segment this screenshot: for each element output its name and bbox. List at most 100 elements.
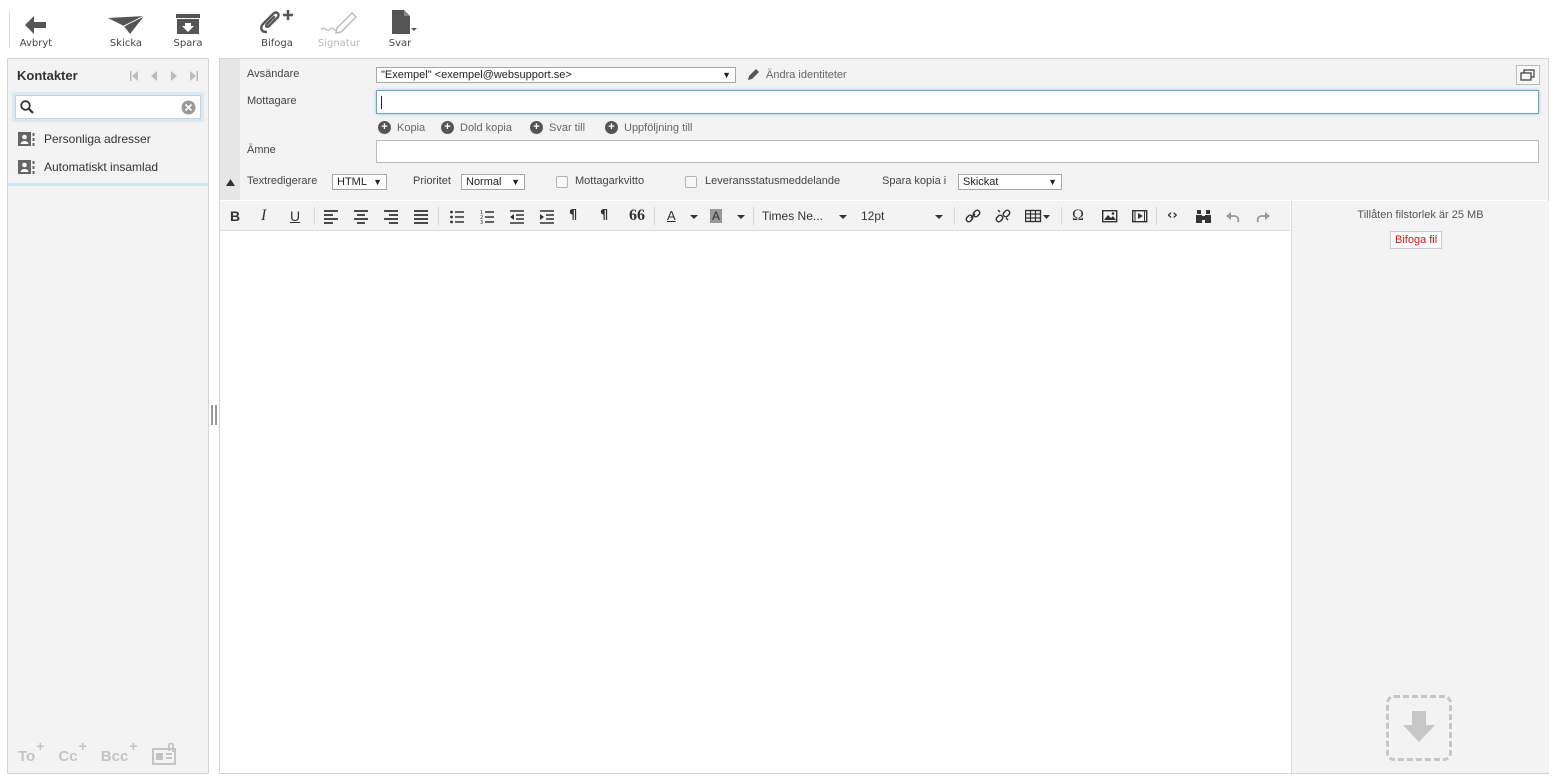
search-replace-icon[interactable] [1196,207,1212,225]
popout-window-icon[interactable] [1516,65,1540,85]
previous-page-icon[interactable] [150,71,158,81]
font-size-value: 12pt [861,209,885,223]
toolbar-separator [1156,207,1157,225]
align-right-icon[interactable] [384,207,398,225]
add-to-button[interactable]: To+ [18,738,44,765]
save-box-icon [176,14,200,34]
store-copy-label: Spara kopia i [882,175,947,187]
reply-button[interactable]: Svar [378,8,422,52]
italic-icon[interactable]: I [261,207,266,225]
first-page-icon[interactable] [130,71,138,81]
indent-icon[interactable] [540,207,554,225]
rtl-icon[interactable]: ¶ [600,207,608,225]
add-bcc-button[interactable]: Bcc+ [100,738,138,765]
reply-label: Svar [388,38,412,49]
plus-icon: + [36,738,45,754]
dsn-label: Leveransstatusmeddelande [705,175,841,187]
main-toolbar: Avbryt Skicka Spara Bifoga Signatur Svar [0,0,1560,57]
add-bcc-label: Bcc [100,748,129,765]
plus-circle-icon: + [378,121,391,134]
dropdown-arrow-icon: ▼ [1048,177,1057,187]
media-icon[interactable] [1132,207,1148,225]
undo-icon[interactable] [1226,207,1240,225]
toolbar-separator [753,207,754,225]
contacts-panel: Kontakter Personliga adresser Automatisk… [7,58,209,774]
unlink-icon[interactable] [995,207,1011,225]
dsn-checkbox[interactable] [685,176,697,188]
align-left-icon[interactable] [324,207,338,225]
align-center-icon[interactable] [354,207,368,225]
align-justify-icon[interactable] [414,207,428,225]
special-character-icon[interactable]: Ω [1072,207,1084,225]
plus-circle-icon: + [605,121,618,134]
next-page-icon[interactable] [170,71,178,81]
contacts-title: Kontakter [17,68,78,83]
edit-identities-label: Ändra identiteter [766,68,847,81]
bullet-list-icon[interactable] [450,207,464,225]
save-label: Spara [173,38,203,49]
edit-identities-link[interactable]: Ändra identiteter [747,68,847,81]
add-replyto-link[interactable]: + Svar till [530,121,585,134]
contact-group-personal[interactable]: Personliga adresser [8,125,208,153]
chevron-down-icon [839,215,847,219]
cancel-button[interactable]: Avbryt [14,8,58,52]
add-replyto-label: Svar till [549,121,586,134]
editor-toolbar: B I U 123 ¶ ¶ 66 A A Times Ne... 12pt Ω … [220,201,1290,231]
add-followupto-link[interactable]: + Uppföljning till [605,121,692,134]
font-size-select[interactable]: 12pt [861,207,943,225]
send-button[interactable]: Skicka [104,8,148,52]
subject-label: Ämne [247,144,276,156]
toolbar-divider [9,12,10,48]
add-bcc-link[interactable]: + Dold kopia [441,121,512,134]
font-family-value: Times Ne... [762,209,823,223]
receipt-checkbox[interactable] [556,176,568,188]
underline-icon[interactable]: U [290,207,300,225]
outdent-icon[interactable] [510,207,524,225]
link-icon[interactable] [965,207,981,225]
contacts-search-input[interactable] [15,95,201,119]
add-cc-label: Kopia [397,121,426,134]
store-folder-select[interactable]: Skickat ▼ [958,174,1062,190]
last-page-icon[interactable] [190,71,198,81]
contacts-pager [130,71,198,81]
chevron-down-icon[interactable] [737,207,745,225]
attach-file-button[interactable]: Bifoga fil [1390,231,1443,249]
clear-search-icon[interactable] [181,100,196,115]
add-cc-button[interactable]: Cc+ [58,738,86,765]
attach-button[interactable]: Bifoga [255,8,299,52]
image-icon[interactable] [1102,207,1118,225]
source-code-icon[interactable]: ‹› [1167,207,1178,225]
bold-icon[interactable]: B [230,207,240,225]
editor-type-value: HTML [337,176,367,188]
blockquote-icon[interactable]: 66 [629,207,645,225]
table-icon[interactable] [1025,207,1051,225]
background-color-icon[interactable]: A [710,209,723,223]
address-book-icon [18,132,35,146]
font-family-select[interactable]: Times Ne... [762,207,847,225]
address-book-icon [18,160,35,174]
sender-select[interactable]: "Exempel" <exempel@websupport.se> ▼ [376,67,736,83]
contact-group-label: Automatiskt insamlad [44,160,159,174]
add-cc-link[interactable]: + Kopia [378,121,425,134]
signature-button[interactable]: Signatur [316,8,362,52]
recipient-input[interactable] [376,90,1539,114]
editor-type-label: Textredigerare [247,175,318,187]
priority-select[interactable]: Normal ▼ [461,174,525,190]
editor-type-select[interactable]: HTML ▼ [332,174,387,190]
panel-splitter[interactable] [211,405,217,425]
chevron-down-icon[interactable] [690,207,698,225]
redo-icon[interactable] [1256,207,1270,225]
text-color-icon[interactable]: A [667,207,676,225]
contact-group-collected[interactable]: Automatiskt insamlad [8,153,208,181]
contacts-search [12,92,204,122]
ltr-icon[interactable]: ¶ [569,207,577,225]
signature-label: Signatur [317,38,361,49]
file-drop-zone[interactable] [1386,695,1452,761]
subject-input[interactable] [376,140,1539,163]
message-body-editor[interactable] [220,232,1290,773]
collapse-headers-icon[interactable] [226,179,235,186]
save-button[interactable]: Spara [166,8,210,52]
vcard-attach-icon[interactable] [151,743,178,765]
numbered-list-icon[interactable]: 123 [480,207,494,225]
compose-headers: Avsändare "Exempel" <exempel@websupport.… [220,59,1548,200]
